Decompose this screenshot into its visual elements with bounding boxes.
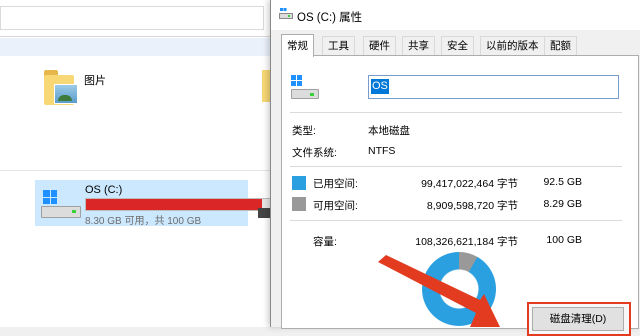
- hard-drive-icon: [41, 188, 81, 218]
- title-bar[interactable]: OS (C:) 属性: [271, 0, 640, 30]
- disk-usage-donut-chart: [422, 252, 496, 326]
- drive-free-text: 8.30 GB 可用，共 100 GB: [85, 216, 202, 227]
- divider: [0, 170, 270, 171]
- free-space-gb: 8.29 GB: [543, 198, 582, 210]
- filesystem-label: 文件系统:: [292, 147, 337, 159]
- used-space-gb: 92.5 GB: [543, 176, 582, 188]
- address-bar[interactable]: [0, 6, 264, 30]
- type-value: 本地磁盘: [368, 125, 410, 137]
- free-space-bytes: 8,909,598,720 字节: [426, 200, 518, 212]
- volume-name-input[interactable]: OS: [368, 75, 619, 99]
- used-space-bytes: 99,417,022,464 字节: [421, 178, 518, 190]
- tab-hardware[interactable]: 硬件: [363, 36, 396, 56]
- explorer-header-band: [0, 38, 270, 56]
- capacity-gb: 100 GB: [546, 234, 582, 246]
- explorer-toolbar: [0, 0, 270, 37]
- tab-tools[interactable]: 工具: [322, 36, 355, 56]
- free-space-swatch: [292, 197, 306, 211]
- used-space-label: 已用空间:: [313, 178, 358, 190]
- general-panel: OS 类型: 本地磁盘 文件系统: NTFS 已用空间: 99,417,022,…: [281, 55, 639, 336]
- tab-general[interactable]: 常规: [281, 34, 314, 57]
- cleanup-highlight-box: 磁盘清理(D): [527, 302, 631, 336]
- drive-name: OS (C:): [85, 184, 123, 196]
- hard-drive-icon: [279, 8, 293, 20]
- capacity-label: 容量:: [313, 236, 337, 248]
- drive-icon[interactable]: [258, 208, 270, 218]
- drive-usage-fill: [86, 199, 263, 210]
- drive-usage-bar: [85, 198, 279, 211]
- type-label: 类型:: [292, 125, 316, 137]
- tab-previous-versions[interactable]: 以前的版本: [480, 36, 545, 56]
- used-space-swatch: [292, 176, 306, 190]
- drive-item-c[interactable]: OS (C:) 8.30 GB 可用，共 100 GB: [35, 180, 279, 227]
- tab-sharing[interactable]: 共享: [402, 36, 435, 56]
- filesystem-value: NTFS: [368, 145, 396, 157]
- pictures-folder-icon[interactable]: [42, 70, 78, 106]
- volume-name-text: OS: [371, 79, 389, 94]
- separator: [290, 166, 622, 167]
- properties-dialog: OS (C:) 属性 常规 工具 硬件 共享 安全 以前的版本 配额 OS 类型…: [270, 0, 640, 336]
- capacity-bytes: 108,326,621,184 字节: [415, 236, 518, 248]
- separator: [290, 112, 622, 113]
- free-space-label: 可用空间:: [313, 200, 358, 212]
- pictures-folder-label[interactable]: 图片: [84, 72, 106, 88]
- dialog-title: OS (C:) 属性: [297, 12, 363, 24]
- tab-quota[interactable]: 配额: [544, 36, 577, 56]
- separator: [290, 220, 622, 221]
- tab-security[interactable]: 安全: [441, 36, 474, 56]
- hard-drive-icon: [291, 75, 321, 101]
- disk-cleanup-button[interactable]: 磁盘清理(D): [532, 307, 624, 331]
